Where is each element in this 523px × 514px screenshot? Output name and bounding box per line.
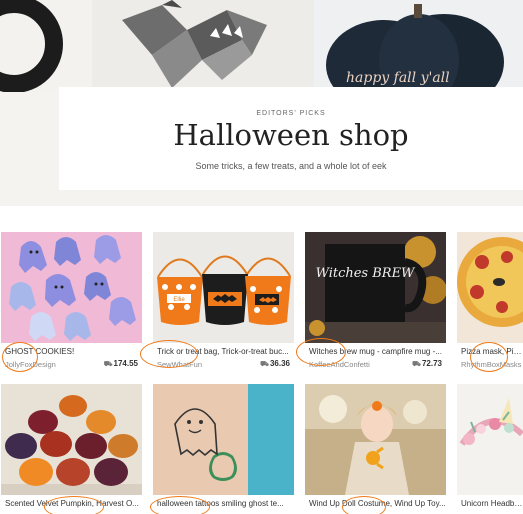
listing-image[interactable]: Witches BREW xyxy=(305,232,446,343)
wreath-image xyxy=(0,0,92,92)
bag-name-text: Ellie xyxy=(173,297,185,303)
free-shipping-icon: ⛟ xyxy=(260,361,269,368)
listing-title[interactable]: Scented Velvet Pumpkin, Harvest O... xyxy=(5,499,142,508)
free-shipping-icon: ⛟ xyxy=(103,361,113,368)
hero-card: EDITORS' PICKS Halloween shop Some trick… xyxy=(59,87,523,190)
listing-title[interactable]: Trick or treat bag, Trick-or-treat buc..… xyxy=(157,347,294,356)
listing-title[interactable]: Witches brew mug - campfire mug -... xyxy=(309,347,446,356)
page-title: Halloween shop xyxy=(173,118,409,152)
hero-banner: happy fall y'all EDITORS' PICKS Hallowee… xyxy=(0,0,523,206)
shop-name[interactable]: SewWhatFun xyxy=(157,360,237,369)
shop-name[interactable]: JollyFoxDesign xyxy=(5,360,85,369)
listing-price: ⛟36.36 xyxy=(260,359,290,368)
listing-grid: GHOST COOKIES! JollyFoxDesign ⛟174.55 El… xyxy=(0,206,523,514)
shop-name[interactable]: RhythmBoxMasks xyxy=(461,360,523,369)
wolf-head-image xyxy=(92,0,314,92)
listing-image[interactable] xyxy=(457,232,523,343)
listing-title[interactable]: halloween tattoos smiling ghost te... xyxy=(157,499,294,508)
listing-price: ⛟72.73 xyxy=(412,359,442,368)
shop-name[interactable]: KoffeeAndConfetti xyxy=(309,360,389,369)
listing-image[interactable] xyxy=(457,384,523,495)
pumpkin-lettering: happy fall y'all xyxy=(346,70,450,86)
black-pumpkin-image: happy fall y'all xyxy=(314,0,523,92)
listing-image[interactable]: Ellie xyxy=(153,232,294,343)
listing-title[interactable]: Unicorn Headband xyxy=(461,499,523,508)
listing-image[interactable] xyxy=(1,232,142,343)
listing-title[interactable]: GHOST COOKIES! xyxy=(5,347,142,356)
page-subtitle: Some tricks, a few treats, and a whole l… xyxy=(195,161,387,171)
listing-price: ⛟174.55 xyxy=(103,359,138,368)
listing-image[interactable] xyxy=(1,384,142,495)
listing-image[interactable] xyxy=(305,384,446,495)
listing-title[interactable]: Pizza mask, Pizza xyxy=(461,347,523,356)
editors-picks-label: EDITORS' PICKS xyxy=(256,110,326,117)
free-shipping-icon: ⛟ xyxy=(412,361,421,368)
listing-image[interactable] xyxy=(153,384,294,495)
listing-title[interactable]: Wind Up Doll Costume, Wind Up Toy... xyxy=(309,499,446,508)
mug-text: Witches BREW xyxy=(316,266,416,281)
